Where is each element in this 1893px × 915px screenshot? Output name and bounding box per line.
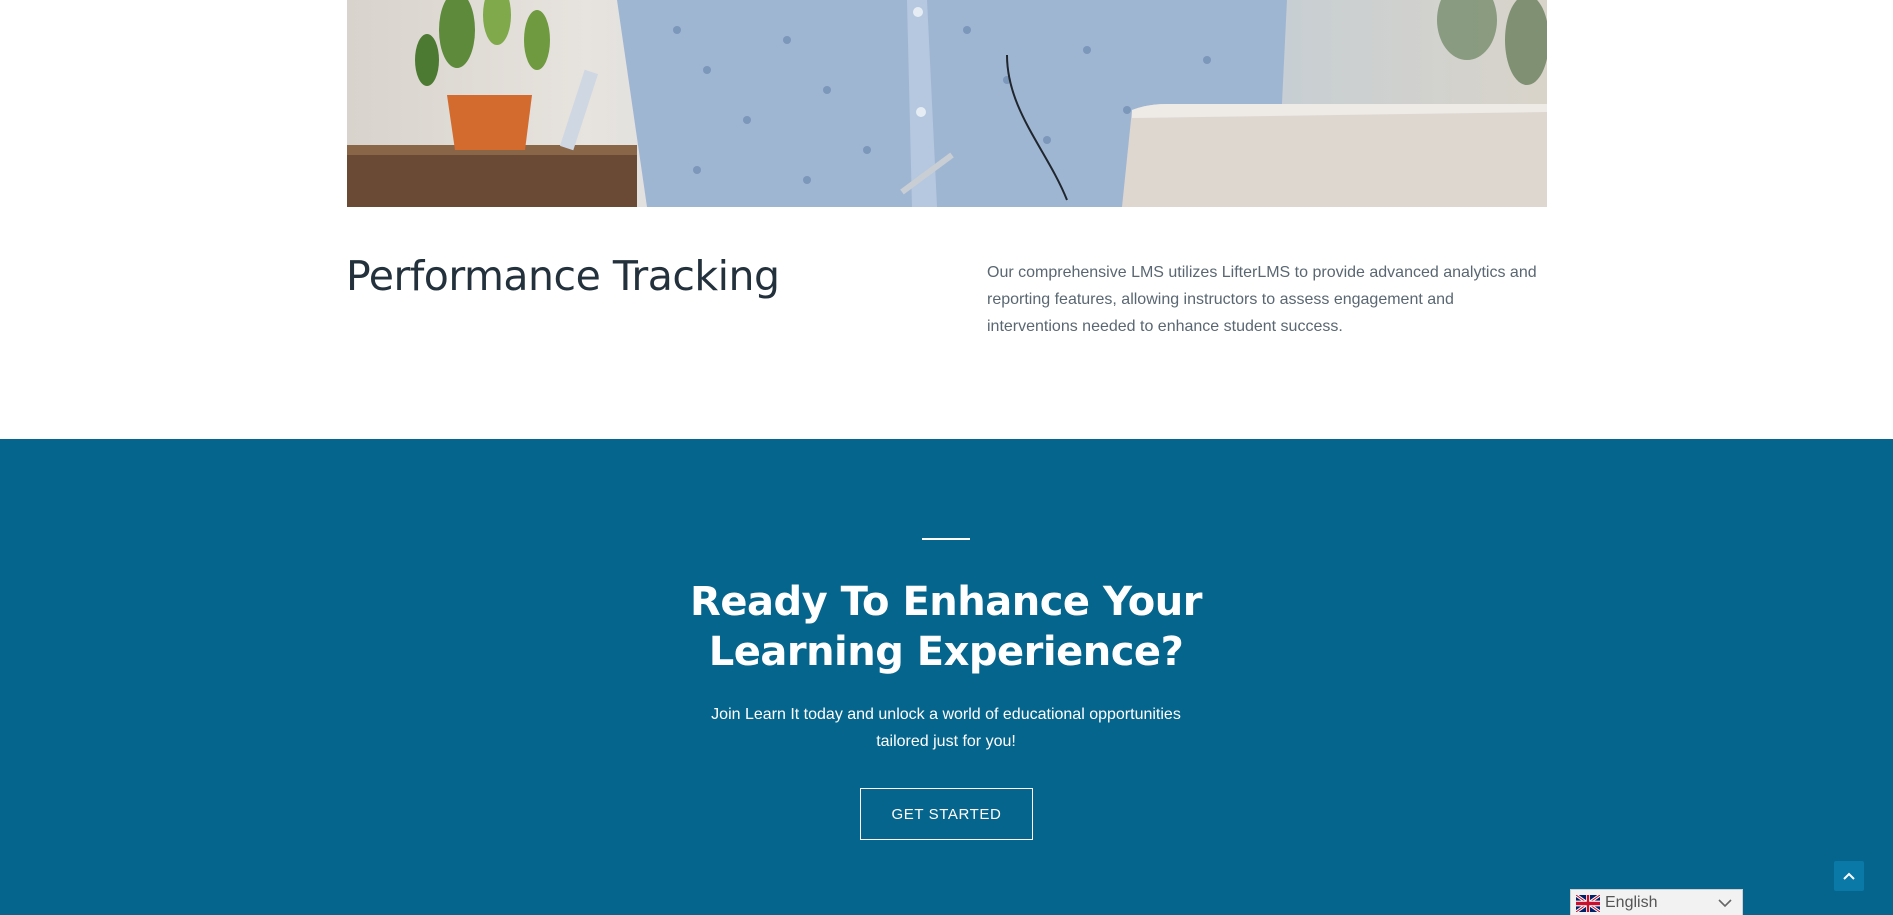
uk-flag-icon <box>1576 894 1600 912</box>
page: Performance Tracking Our comprehensive L… <box>0 0 1893 915</box>
cta-section: Ready To Enhance Your Learning Experienc… <box>0 439 1893 915</box>
get-started-button[interactable]: GET STARTED <box>860 788 1033 840</box>
chevron-up-icon <box>1843 872 1855 880</box>
language-selector[interactable]: English <box>1570 889 1743 915</box>
performance-title: Performance Tracking <box>346 252 780 300</box>
performance-description: Our comprehensive LMS utilizes LifterLMS… <box>987 264 1537 335</box>
chevron-down-icon <box>1718 899 1732 908</box>
scroll-to-top-button[interactable] <box>1834 861 1864 891</box>
cta-subtext: Join Learn It today and unlock a world o… <box>711 706 1181 750</box>
cta-heading: Ready To Enhance Your Learning Experienc… <box>690 579 1202 675</box>
cta-divider <box>922 538 970 540</box>
language-label: English <box>1605 894 1658 911</box>
hero-photo <box>347 0 1547 207</box>
